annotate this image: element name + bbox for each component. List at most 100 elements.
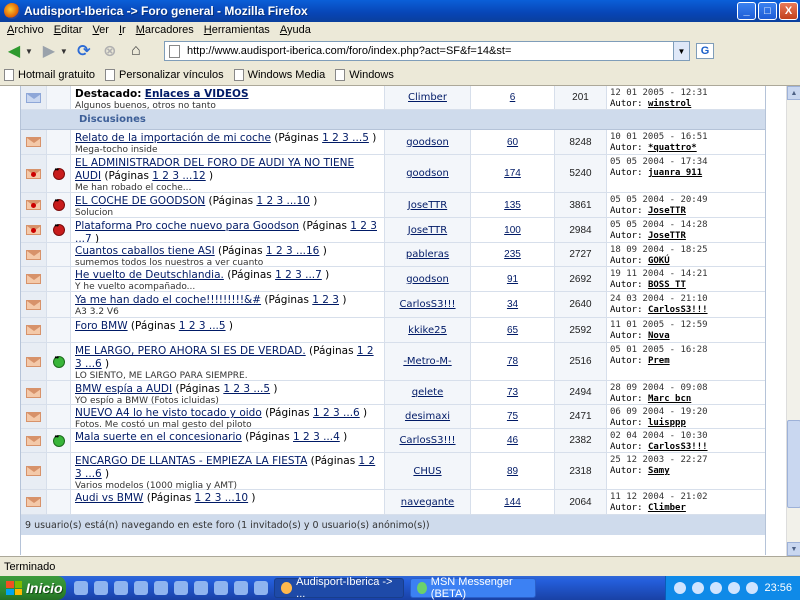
topic-title-link[interactable]: Relato de la importación de mi coche <box>75 132 271 144</box>
topic-pages-link[interactable]: 1 2 3 ...6 <box>313 407 360 419</box>
menu-editar[interactable]: Editar <box>49 24 88 36</box>
topic-replies-link[interactable]: 65 <box>507 325 518 336</box>
topic-replies-link[interactable]: 34 <box>507 299 518 310</box>
quicklaunch-icon[interactable] <box>154 581 168 595</box>
topic-title-link[interactable]: BMW espía a AUDI <box>75 383 172 395</box>
topic-author-link[interactable]: CarlosS3!!! <box>399 435 455 446</box>
last-post-user-link[interactable]: Samy <box>648 466 670 476</box>
last-post-user-link[interactable]: BOSS TT <box>648 280 686 290</box>
topic-author-link[interactable]: -Metro-M- <box>403 356 451 367</box>
forward-arrow-icon[interactable]: ▶ <box>39 41 59 61</box>
topic-title-link[interactable]: Mala suerte en el concesionario <box>75 431 242 443</box>
last-post-user-link[interactable]: CarlosS3!!! <box>648 442 708 452</box>
back-dropdown-icon[interactable]: ▼ <box>25 47 33 56</box>
tray-icon[interactable] <box>728 582 741 594</box>
last-post-user-link[interactable]: juanra 911 <box>648 168 702 178</box>
quicklaunch-icon[interactable] <box>234 581 248 595</box>
topic-title-link[interactable]: Enlaces a VIDEOS <box>145 88 249 100</box>
back-arrow-icon[interactable]: ◀ <box>4 41 24 61</box>
topic-pages-link[interactable]: 1 2 3 ...7 <box>275 269 322 281</box>
last-post-user-link[interactable]: Nova <box>648 331 670 341</box>
topic-replies-link[interactable]: 174 <box>504 168 521 179</box>
topic-pages-link[interactable]: 1 2 3 ...12 <box>152 170 205 182</box>
topic-title-link[interactable]: ME LARGO, PERO AHORA SI ES DE VERDAD. <box>75 345 306 357</box>
topic-author-link[interactable]: kkike25 <box>408 325 447 336</box>
scrollbar-thumb[interactable] <box>787 420 800 508</box>
topic-replies-link[interactable]: 78 <box>507 356 518 367</box>
last-post-user-link[interactable]: luisppp <box>648 418 686 428</box>
topic-author-link[interactable]: CarlosS3!!! <box>399 299 455 310</box>
last-post-user-link[interactable]: CarlosS3!!! <box>648 305 708 315</box>
topic-author-link[interactable]: desimaxi <box>405 411 450 422</box>
quicklaunch-icon[interactable] <box>174 581 188 595</box>
topic-replies-link[interactable]: 100 <box>504 225 521 236</box>
scroll-up-icon[interactable]: ▲ <box>787 86 800 100</box>
scroll-down-icon[interactable]: ▼ <box>787 542 800 556</box>
quicklaunch-icon[interactable] <box>194 581 208 595</box>
topic-title-link[interactable]: NUEVO A4 lo he visto tocado y oido <box>75 407 262 419</box>
taskbar-button-msn[interactable]: MSN Messenger (BETA) <box>410 576 536 600</box>
topic-author-link[interactable]: navegante <box>401 497 454 508</box>
tray-icon[interactable] <box>692 582 705 594</box>
topic-author-link[interactable]: goodson <box>406 137 449 148</box>
menu-ir[interactable]: Ir <box>114 24 131 36</box>
topic-pages-link[interactable]: 1 2 3 ...5 <box>322 132 369 144</box>
topic-pages-link[interactable]: 1 2 3 ...4 <box>293 431 340 443</box>
topic-author-link[interactable]: CHUS <box>413 466 441 477</box>
topic-title-link[interactable]: Foro BMW <box>75 320 128 332</box>
last-post-user-link[interactable]: winstrol <box>648 99 691 109</box>
topic-author-link[interactable]: qelete <box>412 387 444 398</box>
topic-author-link[interactable]: Climber <box>408 92 447 103</box>
menu-ver[interactable]: Ver <box>87 24 114 36</box>
bookmark-item[interactable]: Personalizar vínculos <box>105 68 224 81</box>
quicklaunch-icon[interactable] <box>254 581 268 595</box>
stop-icon[interactable]: ⊗ <box>100 41 120 61</box>
topic-author-link[interactable]: JoseTTR <box>408 200 447 211</box>
topic-replies-link[interactable]: 75 <box>507 411 518 422</box>
topic-replies-link[interactable]: 46 <box>507 435 518 446</box>
topic-title-link[interactable]: Plataforma Pro coche nuevo para Goodson <box>75 220 299 232</box>
bookmark-item[interactable]: Windows <box>335 68 394 81</box>
taskbar-button-firefox[interactable]: Audisport-Iberica -> ... <box>274 576 404 600</box>
last-post-user-link[interactable]: GOKÚ <box>648 256 670 266</box>
topic-title-link[interactable]: Audi vs BMW <box>75 492 143 504</box>
forward-dropdown-icon[interactable]: ▼ <box>60 47 68 56</box>
quicklaunch-icon[interactable] <box>114 581 128 595</box>
topic-pages-link[interactable]: 1 2 3 ...10 <box>256 195 309 207</box>
last-post-user-link[interactable]: *quattro* <box>648 143 697 153</box>
topic-replies-link[interactable]: 89 <box>507 466 518 477</box>
topic-replies-link[interactable]: 73 <box>507 387 518 398</box>
search-engine-icon[interactable]: G <box>696 43 714 59</box>
quicklaunch-icon[interactable] <box>134 581 148 595</box>
quicklaunch-icon[interactable] <box>214 581 228 595</box>
topic-author-link[interactable]: goodson <box>406 274 449 285</box>
vertical-scrollbar[interactable]: ▲ ▼ <box>786 86 800 556</box>
window-title-bar[interactable]: Audisport-Iberica -> Foro general - Mozi… <box>0 0 800 22</box>
quicklaunch-icon[interactable] <box>94 581 108 595</box>
topic-author-link[interactable]: goodson <box>406 168 449 179</box>
maximize-button[interactable]: □ <box>758 2 777 20</box>
topic-pages-link[interactable]: 1 2 3 ...5 <box>179 320 226 332</box>
topic-author-link[interactable]: JoseTTR <box>408 225 447 236</box>
last-post-user-link[interactable]: Marc bcn <box>648 394 691 404</box>
topic-title-link[interactable]: ENCARGO DE LLANTAS - EMPIEZA LA FIESTA <box>75 455 307 467</box>
bookmark-item[interactable]: Hotmail gratuito <box>4 68 95 81</box>
topic-pages-link[interactable]: 1 2 3 <box>312 294 339 306</box>
tray-icon[interactable] <box>710 582 723 594</box>
minimize-button[interactable]: _ <box>737 2 756 20</box>
tray-icon[interactable] <box>746 582 759 594</box>
menu-herramientas[interactable]: Herramientas <box>199 24 275 36</box>
menu-archivo[interactable]: Archivo <box>2 24 49 36</box>
topic-author-link[interactable]: pableras <box>406 249 449 260</box>
menu-marcadores[interactable]: Marcadores <box>131 24 199 36</box>
topic-replies-link[interactable]: 135 <box>504 200 521 211</box>
topic-title-link[interactable]: Cuantos caballos tiene ASI <box>75 245 215 257</box>
start-button[interactable]: Inicio <box>0 576 66 600</box>
topic-pages-link[interactable]: 1 2 3 ...10 <box>195 492 248 504</box>
topic-replies-link[interactable]: 144 <box>504 497 521 508</box>
topic-title-link[interactable]: EL COCHE DE GOODSON <box>75 195 205 207</box>
topic-replies-link[interactable]: 91 <box>507 274 518 285</box>
topic-replies-link[interactable]: 60 <box>507 137 518 148</box>
topic-title-link[interactable]: Ya me han dado el coche!!!!!!!!!&# <box>75 294 261 306</box>
bookmark-item[interactable]: Windows Media <box>233 68 325 81</box>
